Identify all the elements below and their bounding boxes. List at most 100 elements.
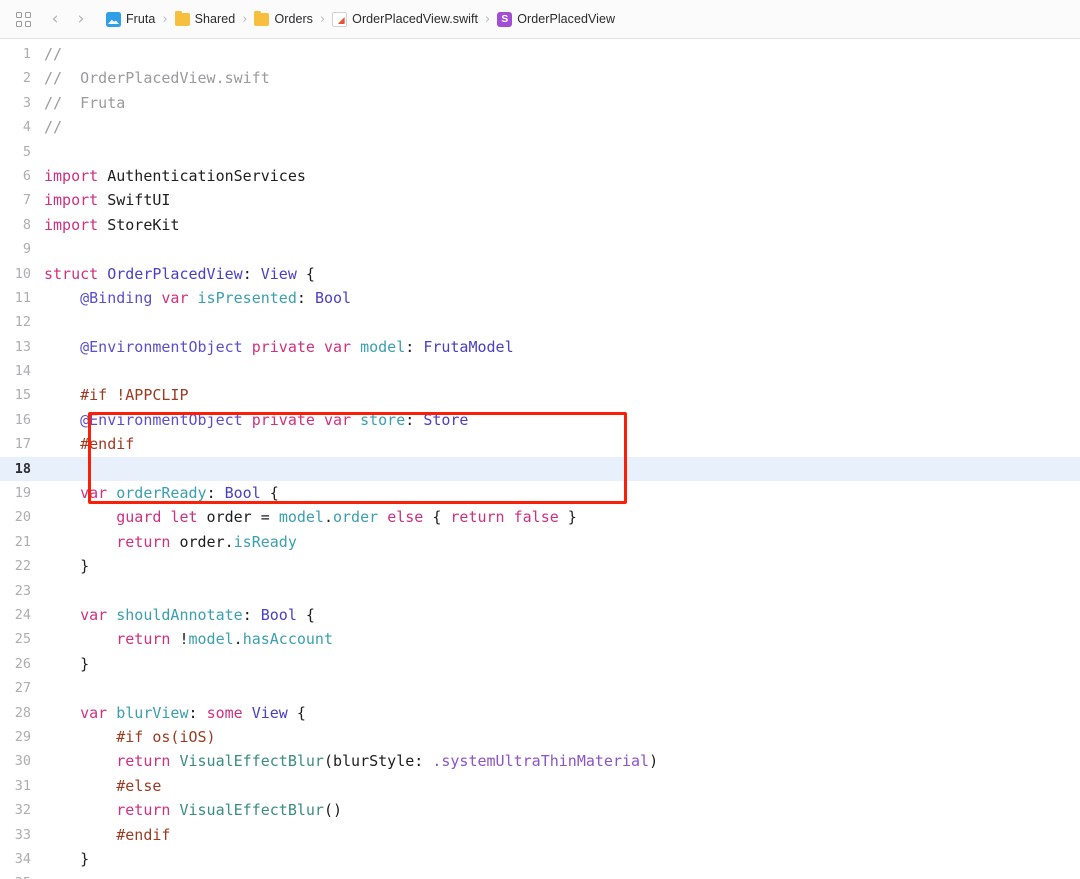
code-line-8[interactable]: 8 import StoreKit xyxy=(0,213,1080,237)
line-number[interactable]: 17 xyxy=(0,432,44,456)
line-number[interactable]: 30 xyxy=(0,749,44,773)
code-line-7[interactable]: 7 import SwiftUI xyxy=(0,188,1080,212)
code-line-24[interactable]: 24 var shouldAnnotate: Bool { xyxy=(0,603,1080,627)
line-number[interactable]: 24 xyxy=(0,603,44,627)
code-line-12[interactable]: 12 xyxy=(0,310,1080,334)
line-number[interactable]: 10 xyxy=(0,262,44,286)
line-content[interactable]: struct OrderPlacedView: View { xyxy=(44,262,315,286)
line-number[interactable]: 4 xyxy=(0,115,44,139)
line-number[interactable]: 11 xyxy=(0,286,44,310)
line-number[interactable]: 13 xyxy=(0,335,44,359)
line-content[interactable]: import AuthenticationServices xyxy=(44,164,306,188)
line-number[interactable]: 3 xyxy=(0,91,44,115)
line-number[interactable]: 35 xyxy=(0,871,44,879)
line-number[interactable]: 14 xyxy=(0,359,44,383)
code-line-26[interactable]: 26 } xyxy=(0,652,1080,676)
line-number[interactable]: 2 xyxy=(0,66,44,90)
code-line-18[interactable]: 18 xyxy=(0,456,1080,482)
line-content[interactable]: @EnvironmentObject private var store: St… xyxy=(44,408,468,432)
line-content[interactable]: var orderReady: Bool { xyxy=(44,481,279,505)
line-content[interactable]: @EnvironmentObject private var model: Fr… xyxy=(44,335,514,359)
breadcrumb-item-shared[interactable]: Shared xyxy=(174,10,236,26)
line-content[interactable]: return !model.hasAccount xyxy=(44,627,333,651)
line-content[interactable]: @Binding var isPresented: Bool xyxy=(44,286,351,310)
line-content[interactable]: #else xyxy=(44,774,161,798)
code-line-13[interactable]: 13 @EnvironmentObject private var model:… xyxy=(0,335,1080,359)
line-content[interactable]: #if os(iOS) xyxy=(44,725,215,749)
code-line-33[interactable]: 33 #endif xyxy=(0,823,1080,847)
line-number[interactable]: 32 xyxy=(0,798,44,822)
grid-view-button[interactable] xyxy=(10,6,36,32)
code-line-25[interactable]: 25 return !model.hasAccount xyxy=(0,627,1080,651)
code-line-4[interactable]: 4// xyxy=(0,115,1080,139)
code-line-22[interactable]: 22 } xyxy=(0,554,1080,578)
code-line-21[interactable]: 21 return order.isReady xyxy=(0,530,1080,554)
code-line-5[interactable]: 5 xyxy=(0,140,1080,164)
line-content[interactable]: #endif xyxy=(44,432,134,456)
line-number[interactable]: 21 xyxy=(0,530,44,554)
code-line-11[interactable]: 11 @Binding var isPresented: Bool xyxy=(0,286,1080,310)
code-line-20[interactable]: 20 guard let order = model.order else { … xyxy=(0,505,1080,529)
line-content[interactable]: #endif xyxy=(44,823,170,847)
code-line-30[interactable]: 30 return VisualEffectBlur(blurStyle: .s… xyxy=(0,749,1080,773)
breadcrumb-item-orders[interactable]: Orders xyxy=(254,10,313,26)
line-number[interactable]: 5 xyxy=(0,140,44,164)
line-number[interactable]: 27 xyxy=(0,676,44,700)
line-number[interactable]: 20 xyxy=(0,505,44,529)
line-number[interactable]: 25 xyxy=(0,627,44,651)
line-number[interactable]: 18 xyxy=(0,457,44,481)
code-line-28[interactable]: 28 var blurView: some View { xyxy=(0,701,1080,725)
line-number[interactable]: 8 xyxy=(0,213,44,237)
line-number[interactable]: 15 xyxy=(0,383,44,407)
breadcrumb-item-orderplacedview[interactable]: S OrderPlacedView xyxy=(497,11,615,27)
forward-button[interactable]: › xyxy=(68,6,94,32)
code-line-17[interactable]: 17 #endif xyxy=(0,432,1080,456)
line-content[interactable]: } xyxy=(44,554,89,578)
code-line-27[interactable]: 27 xyxy=(0,676,1080,700)
line-content[interactable]: import SwiftUI xyxy=(44,188,170,212)
line-number[interactable]: 34 xyxy=(0,847,44,871)
code-line-2[interactable]: 2// OrderPlacedView.swift xyxy=(0,66,1080,90)
code-line-15[interactable]: 15 #if !APPCLIP xyxy=(0,383,1080,407)
line-content[interactable]: var blurView: some View { xyxy=(44,701,306,725)
line-content[interactable]: #if !APPCLIP xyxy=(44,383,188,407)
line-number[interactable]: 22 xyxy=(0,554,44,578)
code-line-9[interactable]: 9 xyxy=(0,237,1080,261)
line-content[interactable]: guard let order = model.order else { ret… xyxy=(44,505,577,529)
line-content[interactable]: return VisualEffectBlur() xyxy=(44,798,342,822)
line-number[interactable]: 33 xyxy=(0,823,44,847)
code-line-19[interactable]: 19 var orderReady: Bool { xyxy=(0,481,1080,505)
line-number[interactable]: 12 xyxy=(0,310,44,334)
line-content[interactable]: return order.isReady xyxy=(44,530,297,554)
line-content[interactable]: } xyxy=(44,652,89,676)
line-number[interactable]: 7 xyxy=(0,188,44,212)
line-content[interactable]: var shouldAnnotate: Bool { xyxy=(44,603,315,627)
code-line-29[interactable]: 29 #if os(iOS) xyxy=(0,725,1080,749)
code-line-23[interactable]: 23 xyxy=(0,579,1080,603)
line-number[interactable]: 31 xyxy=(0,774,44,798)
line-number[interactable]: 9 xyxy=(0,237,44,261)
line-number[interactable]: 29 xyxy=(0,725,44,749)
code-line-3[interactable]: 3// Fruta xyxy=(0,91,1080,115)
line-number[interactable]: 23 xyxy=(0,579,44,603)
code-line-35[interactable]: 35 xyxy=(0,871,1080,879)
line-content[interactable]: import StoreKit xyxy=(44,213,179,237)
line-number[interactable]: 16 xyxy=(0,408,44,432)
breadcrumb-item-orderplacedview-swift[interactable]: OrderPlacedView.swift xyxy=(332,11,478,27)
line-content[interactable]: return VisualEffectBlur(blurStyle: .syst… xyxy=(44,749,658,773)
line-number[interactable]: 6 xyxy=(0,164,44,188)
line-content[interactable]: // Fruta xyxy=(44,91,125,115)
line-number[interactable]: 19 xyxy=(0,481,44,505)
code-line-34[interactable]: 34 } xyxy=(0,847,1080,871)
breadcrumb-item-fruta[interactable]: Fruta xyxy=(106,11,155,27)
code-line-6[interactable]: 6 import AuthenticationServices xyxy=(0,164,1080,188)
code-line-10[interactable]: 10 struct OrderPlacedView: View { xyxy=(0,262,1080,286)
code-line-1[interactable]: 1// xyxy=(0,42,1080,66)
back-button[interactable]: ‹ xyxy=(42,6,68,32)
line-content[interactable]: // xyxy=(44,42,62,66)
code-line-32[interactable]: 32 return VisualEffectBlur() xyxy=(0,798,1080,822)
code-line-16[interactable]: 16 @EnvironmentObject private var store:… xyxy=(0,408,1080,432)
code-line-31[interactable]: 31 #else xyxy=(0,774,1080,798)
line-number[interactable]: 1 xyxy=(0,42,44,66)
code-editor[interactable]: 1//2// OrderPlacedView.swift 3// Fruta 4//… xyxy=(0,39,1080,879)
